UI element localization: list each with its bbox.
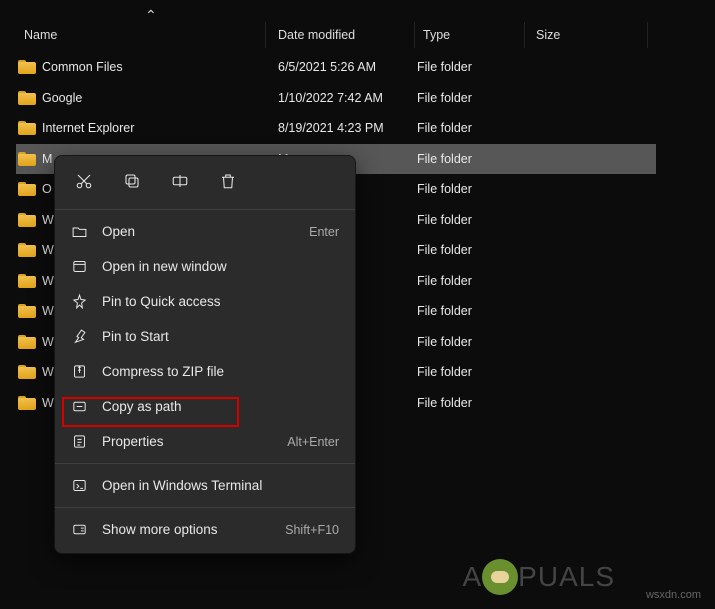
rename-button[interactable] <box>167 168 193 197</box>
menu-open-new-window-label: Open in new window <box>102 259 339 274</box>
column-name[interactable]: Name <box>16 22 266 48</box>
file-date: 6/5/2021 5:26 AM <box>270 60 415 74</box>
folder-icon <box>18 274 36 288</box>
file-date: 1/10/2022 7:42 AM <box>270 91 415 105</box>
file-name: M <box>42 152 52 166</box>
file-name: W <box>42 304 54 318</box>
folder-icon <box>18 335 36 349</box>
folder-icon <box>18 243 36 257</box>
menu-open-terminal[interactable]: Open in Windows Terminal <box>55 468 355 503</box>
menu-separator <box>55 463 355 464</box>
menu-open-shortcut: Enter <box>309 225 339 239</box>
menu-terminal-label: Open in Windows Terminal <box>102 478 339 493</box>
folder-icon <box>18 182 36 196</box>
folder-icon <box>18 121 36 135</box>
zip-icon <box>71 363 88 380</box>
file-type: File folder <box>415 182 525 196</box>
menu-properties[interactable]: Properties Alt+Enter <box>55 424 355 459</box>
file-name: Internet Explorer <box>42 121 134 135</box>
logo-head-icon <box>482 559 518 595</box>
folder-icon <box>18 60 36 74</box>
menu-pin-start[interactable]: Pin to Start <box>55 319 355 354</box>
folder-open-icon <box>71 223 88 240</box>
menu-more-options[interactable]: Show more options Shift+F10 <box>55 512 355 547</box>
menu-pin-qa-label: Pin to Quick access <box>102 294 339 309</box>
file-name: W <box>42 274 54 288</box>
properties-icon <box>71 433 88 450</box>
menu-zip-label: Compress to ZIP file <box>102 364 339 379</box>
file-type: File folder <box>415 396 525 410</box>
copy-path-icon <box>71 398 88 415</box>
delete-button[interactable] <box>215 168 241 197</box>
menu-open[interactable]: Open Enter <box>55 214 355 249</box>
folder-icon <box>18 91 36 105</box>
file-name: W <box>42 213 54 227</box>
menu-separator <box>55 209 355 210</box>
file-name: W <box>42 243 54 257</box>
column-headers: Name Date modified Type Size <box>0 22 715 48</box>
folder-icon <box>18 213 36 227</box>
menu-open-new-window[interactable]: Open in new window <box>55 249 355 284</box>
menu-pin-start-label: Pin to Start <box>102 329 339 344</box>
file-name: W <box>42 365 54 379</box>
folder-icon <box>18 304 36 318</box>
file-type: File folder <box>415 243 525 257</box>
menu-copy-path[interactable]: Copy as path <box>55 389 355 424</box>
terminal-icon <box>71 477 88 494</box>
folder-icon <box>18 152 36 166</box>
menu-more-shortcut: Shift+F10 <box>285 523 339 537</box>
file-type: File folder <box>415 91 525 105</box>
column-date-modified[interactable]: Date modified <box>270 22 415 48</box>
menu-pin-quick-access[interactable]: Pin to Quick access <box>55 284 355 319</box>
menu-properties-shortcut: Alt+Enter <box>287 435 339 449</box>
watermark-logo: A PUALS <box>462 559 615 595</box>
menu-properties-label: Properties <box>102 434 273 449</box>
file-type: File folder <box>415 335 525 349</box>
file-name: W <box>42 396 54 410</box>
file-name: Google <box>42 91 82 105</box>
file-type: File folder <box>415 213 525 227</box>
menu-more-label: Show more options <box>102 522 271 537</box>
context-menu-iconbar <box>55 162 355 205</box>
logo-text-before: A <box>462 561 482 593</box>
menu-separator <box>55 507 355 508</box>
file-type: File folder <box>415 152 525 166</box>
file-type: File folder <box>415 121 525 135</box>
table-row[interactable]: Internet Explorer 8/19/2021 4:23 PMFile f… <box>16 113 656 144</box>
file-name: Common Files <box>42 60 123 74</box>
column-size[interactable]: Size <box>528 22 648 48</box>
pin-start-icon <box>71 328 88 345</box>
file-name: O <box>42 182 52 196</box>
copy-button[interactable] <box>119 168 145 197</box>
file-type: File folder <box>415 274 525 288</box>
table-row[interactable]: Common Files 6/5/2021 5:26 AMFile folder <box>16 52 656 83</box>
window-icon <box>71 258 88 275</box>
column-type[interactable]: Type <box>415 22 525 48</box>
file-name: W <box>42 335 54 349</box>
menu-copy-path-label: Copy as path <box>102 399 339 414</box>
file-type: File folder <box>415 304 525 318</box>
folder-icon <box>18 365 36 379</box>
context-menu: Open Enter Open in new window Pin to Qui… <box>54 155 356 554</box>
file-date: 8/19/2021 4:23 PM <box>270 121 415 135</box>
cut-button[interactable] <box>71 168 97 197</box>
logo-text-after: PUALS <box>518 561 615 593</box>
menu-open-label: Open <box>102 224 295 239</box>
watermark-url: wsxdn.com <box>646 589 701 601</box>
file-type: File folder <box>415 60 525 74</box>
more-icon <box>71 521 88 538</box>
file-type: File folder <box>415 365 525 379</box>
file-explorer-window: { "columns": { "name": "Name", "date": "… <box>0 0 715 609</box>
menu-compress-zip[interactable]: Compress to ZIP file <box>55 354 355 389</box>
folder-icon <box>18 396 36 410</box>
table-row[interactable]: Google 1/10/2022 7:42 AMFile folder <box>16 83 656 114</box>
pin-icon <box>71 293 88 310</box>
